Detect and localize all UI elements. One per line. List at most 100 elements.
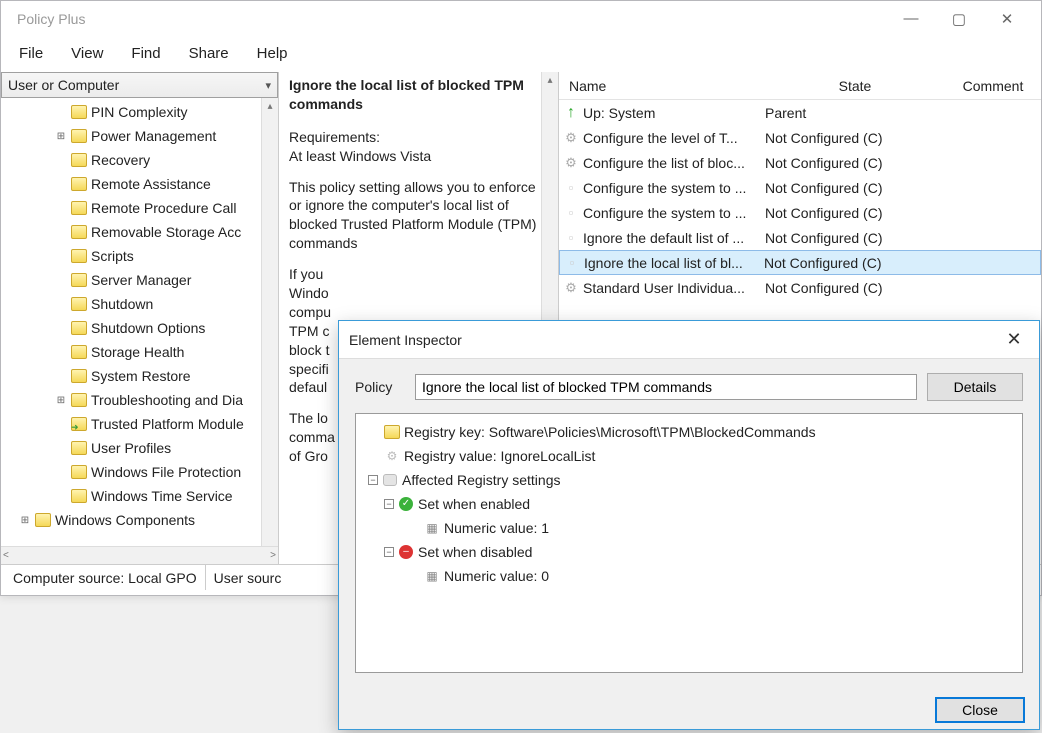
- list-row[interactable]: Configure the system to ...Not Configure…: [559, 175, 1041, 200]
- policy-heading: Ignore the local list of blocked TPM com…: [289, 76, 548, 114]
- tree-item[interactable]: Trusted Platform Module: [1, 412, 278, 436]
- status-user-source: User sourc: [206, 565, 290, 590]
- inspector-tree-label: Numeric value: 1: [444, 520, 549, 536]
- tree-item[interactable]: Shutdown: [1, 292, 278, 316]
- menu-view[interactable]: View: [71, 45, 103, 62]
- inspector-tree-row[interactable]: Registry value: IgnoreLocalList: [364, 444, 1014, 468]
- tree-item[interactable]: Shutdown Options: [1, 316, 278, 340]
- nav-tree[interactable]: PIN Complexity⊞Power ManagementRecoveryR…: [1, 98, 278, 546]
- scroll-right-arrow[interactable]: >: [270, 550, 276, 561]
- inspector-tree-label: Registry key: Software\Policies\Microsof…: [404, 424, 816, 440]
- maximize-button[interactable]: ▢: [947, 10, 971, 28]
- app-title: Policy Plus: [9, 11, 899, 27]
- inspector-tree-row[interactable]: −–Set when disabled: [364, 540, 1014, 564]
- collapse-icon[interactable]: −: [384, 499, 394, 509]
- policy-label: Policy: [355, 379, 405, 395]
- collapse-icon[interactable]: −: [368, 475, 378, 485]
- menu-help[interactable]: Help: [257, 45, 288, 62]
- tree-item-label: Windows Time Service: [91, 488, 233, 504]
- expander-icon[interactable]: ⊞: [19, 515, 31, 526]
- tree-item[interactable]: Windows File Protection: [1, 460, 278, 484]
- list-row[interactable]: Up: SystemParent: [559, 100, 1041, 125]
- list-row[interactable]: Configure the system to ...Not Configure…: [559, 200, 1041, 225]
- folder-icon: [35, 513, 51, 527]
- tree-item[interactable]: PIN Complexity: [1, 100, 278, 124]
- deny-icon: –: [398, 544, 414, 560]
- row-state: Not Configured (C): [765, 155, 945, 171]
- gear-icon: [384, 448, 400, 464]
- menu-file[interactable]: File: [19, 45, 43, 62]
- tree-item-label: Scripts: [91, 248, 134, 264]
- inspector-titlebar[interactable]: Element Inspector ✕: [339, 321, 1039, 359]
- inspector-tree-row[interactable]: Registry key: Software\Policies\Microsof…: [364, 420, 1014, 444]
- collapse-icon[interactable]: −: [384, 547, 394, 557]
- inspector-tree[interactable]: Registry key: Software\Policies\Microsof…: [355, 413, 1023, 673]
- menu-find[interactable]: Find: [131, 45, 160, 62]
- scope-combo[interactable]: User or Computer ▾: [1, 72, 278, 98]
- row-state: Not Configured (C): [765, 130, 945, 146]
- col-name[interactable]: Name: [559, 78, 765, 94]
- tree-item[interactable]: ⊞Power Management: [1, 124, 278, 148]
- tree-item[interactable]: Recovery: [1, 148, 278, 172]
- scroll-up-arrow[interactable]: ▴: [262, 98, 278, 116]
- folder-icon: [71, 369, 87, 383]
- row-name: Up: System: [583, 105, 765, 121]
- status-computer-source: Computer source: Local GPO: [5, 565, 206, 590]
- list-row[interactable]: Ignore the default list of ...Not Config…: [559, 225, 1041, 250]
- tree-item[interactable]: ⊞ Troubleshooting and Dia: [1, 388, 278, 412]
- row-name: Configure the system to ...: [583, 180, 765, 196]
- inspector-tree-row[interactable]: Numeric value: 0: [364, 564, 1014, 588]
- tree-item-label: Windows Components: [55, 512, 195, 528]
- inspector-tree-row[interactable]: − Affected Registry settings: [364, 468, 1014, 492]
- tree-scrollbar[interactable]: ▴: [261, 98, 278, 546]
- page-icon: [559, 205, 583, 220]
- inspector-tree-row[interactable]: Numeric value: 1: [364, 516, 1014, 540]
- inspector-tree-label: Affected Registry settings: [402, 472, 560, 488]
- database-icon: [382, 472, 398, 488]
- tree-item[interactable]: Windows Time Service: [1, 484, 278, 508]
- row-state: Not Configured (C): [765, 180, 945, 196]
- inspector-tree-row[interactable]: −✓Set when enabled: [364, 492, 1014, 516]
- inspector-title: Element Inspector: [349, 332, 462, 348]
- requirements-text: At least Windows Vista: [289, 148, 431, 164]
- folder-icon: [71, 489, 87, 503]
- expander-icon[interactable]: ⊞: [55, 395, 67, 406]
- tree-item-label: User Profiles: [91, 440, 171, 456]
- policy-row: Policy Details: [355, 373, 1023, 401]
- minimize-button[interactable]: —: [899, 10, 923, 28]
- tree-item[interactable]: Remote Assistance: [1, 172, 278, 196]
- close-icon[interactable]: ✕: [999, 329, 1029, 350]
- gear-icon: [559, 130, 583, 146]
- tree-item[interactable]: ⊞ Windows Components: [1, 508, 278, 532]
- left-pane: User or Computer ▾ PIN Complexity⊞Power …: [1, 72, 279, 564]
- tree-item-label: Troubleshooting and Dia: [91, 392, 243, 408]
- close-button[interactable]: Close: [935, 697, 1025, 723]
- col-state[interactable]: State: [765, 78, 945, 94]
- tree-hscroll[interactable]: < >: [1, 546, 278, 564]
- scroll-up-arrow[interactable]: ▴: [547, 74, 552, 88]
- tree-item[interactable]: Scripts: [1, 244, 278, 268]
- details-button[interactable]: Details: [927, 373, 1023, 401]
- col-comment[interactable]: Comment: [945, 78, 1041, 94]
- tree-item[interactable]: User Profiles: [1, 436, 278, 460]
- titlebar[interactable]: Policy Plus — ▢ ✕: [1, 1, 1041, 37]
- policy-input[interactable]: [415, 374, 917, 400]
- scroll-left-arrow[interactable]: <: [3, 550, 9, 561]
- list-row[interactable]: Ignore the local list of bl...Not Config…: [559, 250, 1041, 275]
- tree-item[interactable]: Server Manager: [1, 268, 278, 292]
- tree-item[interactable]: Removable Storage Acc: [1, 220, 278, 244]
- tree-item[interactable]: Storage Health: [1, 340, 278, 364]
- folder-icon: [71, 129, 87, 143]
- tree-item[interactable]: Remote Procedure Call: [1, 196, 278, 220]
- folder-icon: [71, 249, 87, 263]
- close-button[interactable]: ✕: [995, 10, 1019, 28]
- list-row[interactable]: Standard User Individua...Not Configured…: [559, 275, 1041, 300]
- tree-item-label: Remote Procedure Call: [91, 200, 237, 216]
- tree-item[interactable]: System Restore: [1, 364, 278, 388]
- inspector-tree-label: Set when enabled: [418, 496, 530, 512]
- menu-share[interactable]: Share: [189, 45, 229, 62]
- list-row[interactable]: Configure the list of bloc...Not Configu…: [559, 150, 1041, 175]
- expander-icon[interactable]: ⊞: [55, 131, 67, 142]
- list-row[interactable]: Configure the level of T...Not Configure…: [559, 125, 1041, 150]
- row-name: Ignore the default list of ...: [583, 230, 765, 246]
